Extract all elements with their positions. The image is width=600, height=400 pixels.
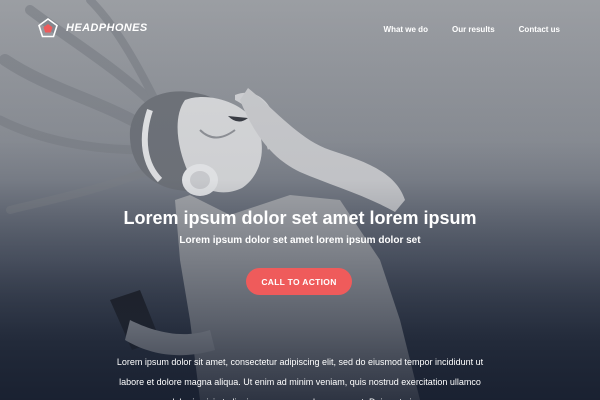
- hero-subheadline: Lorem ipsum dolor set amet lorem ipsum d…: [179, 235, 421, 246]
- hero-headline: Lorem ipsum dolor set amet lorem ipsum: [123, 208, 477, 228]
- call-to-action-button[interactable]: CALL TO ACTION: [246, 268, 352, 295]
- pentagon-logo-icon: [38, 18, 58, 38]
- nav-link-contact-us[interactable]: Contact us: [519, 25, 560, 34]
- brand-name: HEADPHONES: [66, 22, 148, 34]
- top-nav: HEADPHONES What we do Our results Contac…: [0, 0, 600, 60]
- main-menu: What we do Our results Contact us: [384, 25, 560, 34]
- hero-overlay: [0, 0, 600, 400]
- nav-link-our-results[interactable]: Our results: [452, 25, 495, 34]
- hero-body-text: Lorem ipsum dolor sit amet, consectetur …: [116, 357, 484, 400]
- nav-link-what-we-do[interactable]: What we do: [384, 25, 428, 34]
- hero-section: HEADPHONES What we do Our results Contac…: [0, 0, 600, 400]
- brand-logo[interactable]: HEADPHONES: [38, 18, 148, 38]
